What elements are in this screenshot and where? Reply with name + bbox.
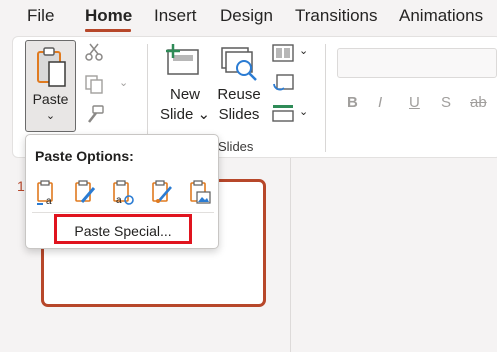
tab-design[interactable]: Design [220, 6, 273, 26]
reuse-slides-icon[interactable] [220, 46, 260, 82]
pane-divider[interactable] [290, 158, 291, 352]
tab-animations[interactable]: Animations [399, 6, 483, 26]
ribbon-tabs: File Home Insert Design Transitions Anim… [0, 0, 497, 36]
tab-insert[interactable]: Insert [154, 6, 197, 26]
paste-options-menu: Paste Options: a a Paste Special... [25, 134, 219, 249]
cut-icon[interactable] [84, 42, 104, 62]
tab-home[interactable]: Home [85, 6, 132, 26]
layout-icon[interactable] [272, 44, 294, 62]
new-slide-label-line2: Slide ⌄ [159, 106, 211, 123]
menu-divider [32, 212, 214, 213]
clipboard-icon [37, 47, 66, 87]
copy-chevron-icon[interactable]: ⌄ [119, 76, 128, 89]
embed-icon[interactable]: a [111, 180, 135, 206]
section-icon[interactable] [272, 104, 294, 122]
new-slide-icon[interactable] [164, 42, 202, 78]
keep-text-only-icon[interactable] [188, 180, 212, 206]
tab-transitions[interactable]: Transitions [295, 6, 378, 26]
picture-icon[interactable] [150, 180, 174, 206]
reuse-slides-button[interactable]: Reuse Slides [212, 85, 266, 125]
chevron-down-icon[interactable]: ⌄ [26, 109, 75, 122]
svg-text:a: a [46, 196, 52, 206]
paste-options-title: Paste Options: [35, 148, 134, 164]
paste-special-menu-item[interactable]: Paste Special... [57, 223, 189, 239]
strikethrough-button[interactable]: ab [470, 94, 487, 111]
underline-button[interactable]: U [409, 94, 420, 111]
reuse-slides-label-line2: Slides [218, 106, 260, 123]
new-slide-button[interactable]: New Slide ⌄ [155, 85, 215, 125]
group-label-slides: Slides [218, 139, 254, 154]
paste-label: Paste [32, 91, 69, 107]
new-slide-label-line1: New [169, 86, 200, 103]
text-shadow-button[interactable]: S [441, 94, 451, 111]
ribbon-separator [325, 44, 326, 152]
italic-button[interactable]: I [378, 94, 382, 111]
format-painter-icon[interactable] [84, 104, 106, 126]
layout-chevron-icon[interactable]: ⌄ [299, 44, 308, 57]
active-tab-indicator [85, 29, 131, 32]
slide-number: 1 [17, 178, 25, 194]
use-destination-theme-icon[interactable]: a [35, 180, 59, 206]
paste-special-highlight: Paste Special... [54, 214, 192, 244]
font-name-input[interactable] [337, 48, 497, 78]
bold-button[interactable]: B [347, 94, 358, 111]
copy-icon[interactable] [84, 74, 106, 96]
svg-text:a: a [116, 195, 122, 206]
keep-source-formatting-icon[interactable] [73, 180, 97, 206]
reuse-slides-label-line1: Reuse [217, 86, 261, 103]
tab-file[interactable]: File [27, 6, 54, 26]
reset-icon[interactable] [272, 74, 294, 92]
section-chevron-icon[interactable]: ⌄ [299, 105, 308, 118]
paste-button[interactable]: Paste ⌄ [25, 40, 76, 132]
